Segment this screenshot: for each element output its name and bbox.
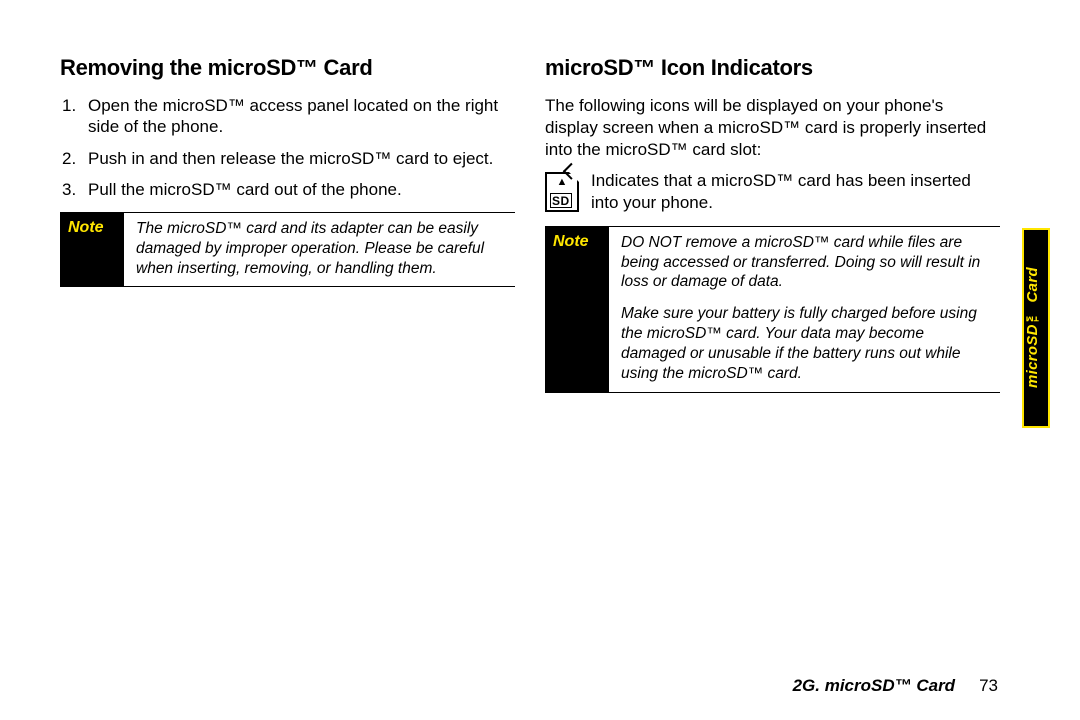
note-label: Note	[545, 227, 609, 392]
note-body: DO NOT remove a microSD™ card while file…	[609, 227, 1000, 392]
step-number: 3.	[62, 179, 76, 200]
footer-page-number: 73	[979, 676, 998, 695]
footer-section-title: 2G. microSD™ Card	[793, 676, 956, 695]
step-text: Pull the microSD™ card out of the phone.	[88, 180, 402, 199]
microsd-icon: ▲ SD	[545, 172, 579, 212]
right-column: microSD™ Icon Indicators The following i…	[545, 55, 1020, 393]
step-item: 2.Push in and then release the microSD™ …	[80, 148, 515, 169]
right-heading: microSD™ Icon Indicators	[545, 55, 1000, 81]
note-paragraph: DO NOT remove a microSD™ card while file…	[621, 233, 992, 292]
two-column-layout: Removing the microSD™ Card 1. Open the mi…	[60, 55, 1020, 393]
left-column: Removing the microSD™ Card 1. Open the mi…	[60, 55, 515, 393]
step-text: Push in and then release the microSD™ ca…	[88, 149, 493, 168]
step-text: Open the microSD™ access panel located o…	[88, 96, 498, 136]
page-footer: 2G. microSD™ Card 73	[793, 676, 998, 696]
manual-page: Removing the microSD™ Card 1. Open the mi…	[0, 0, 1080, 720]
note-paragraph: The microSD™ card and its adapter can be…	[136, 219, 507, 278]
note-body: The microSD™ card and its adapter can be…	[124, 213, 515, 286]
note-box-right: Note DO NOT remove a microSD™ card while…	[545, 226, 1000, 393]
thumb-tab: microSD™ Card	[1022, 228, 1050, 428]
microsd-icon-label: SD	[550, 193, 572, 208]
icon-explanation-row: ▲ SD Indicates that a microSD™ card has …	[545, 170, 1000, 214]
note-box-left: Note The microSD™ card and its adapter c…	[60, 212, 515, 287]
icon-description: Indicates that a microSD™ card has been …	[591, 170, 1000, 214]
microsd-icon-arrow: ▲	[547, 177, 577, 188]
step-number: 2.	[62, 148, 76, 169]
note-label: Note	[60, 213, 124, 286]
removal-steps-list: 1. Open the microSD™ access panel located…	[60, 95, 515, 200]
step-item: 3.Pull the microSD™ card out of the phon…	[80, 179, 515, 200]
intro-paragraph: The following icons will be displayed on…	[545, 95, 1000, 160]
step-item: 1.Open the microSD™ access panel located…	[80, 95, 515, 138]
note-paragraph: Make sure your battery is fully charged …	[621, 304, 992, 383]
left-heading: Removing the microSD™ Card	[60, 55, 515, 81]
step-number: 1.	[62, 95, 76, 116]
